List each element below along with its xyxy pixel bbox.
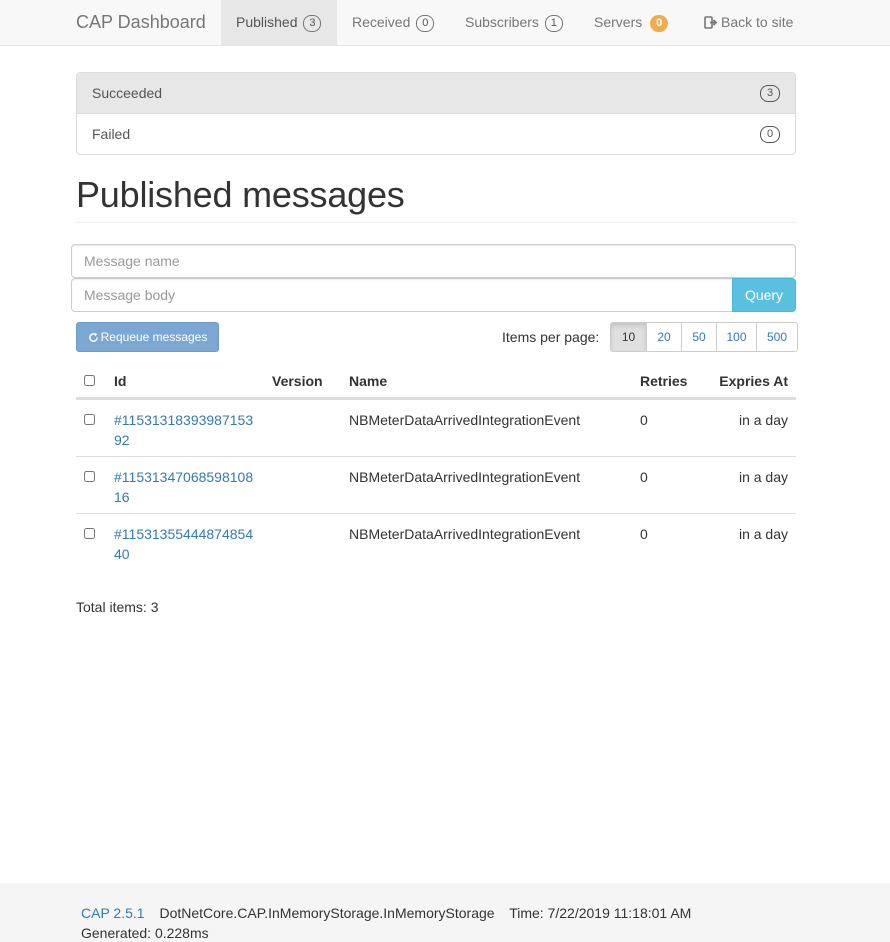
cap-version-link[interactable]: CAP 2.5.1 [81, 905, 145, 921]
retries-cell: 0 [640, 469, 648, 485]
nav-tab-label: Servers [594, 14, 643, 30]
log-out-icon [704, 2, 718, 47]
generated-time: Generated: 0.228ms [81, 925, 209, 941]
nav-tab-subscribers[interactable]: Subscribers 1 [465, 0, 563, 46]
status-count-badge: 3 [760, 85, 780, 102]
name-cell: NBMeterDataArrivedIntegrationEvent [349, 469, 581, 485]
message-body-input[interactable] [71, 278, 733, 312]
expires-cell: in a day [738, 412, 788, 428]
footer: CAP 2.5.1 DotNetCore.CAP.InMemoryStorage… [0, 883, 890, 942]
status-filter-list: Succeeded 3 Failed 0 [76, 72, 796, 155]
retries-cell: 0 [640, 412, 648, 428]
page-size-option[interactable]: 100 [716, 323, 756, 351]
name-cell: NBMeterDataArrivedIntegrationEvent [349, 526, 581, 542]
back-to-site-label: Back to site [721, 14, 794, 30]
nav-warning-badge: 0 [650, 15, 669, 32]
page-size-option[interactable]: 20 [646, 323, 681, 351]
table-header-row: Id Version Name Retries Expries At [76, 362, 796, 399]
expires-cell: in a day [738, 526, 788, 542]
nav-count-badge: 3 [303, 15, 322, 32]
nav-tab-label: Published [236, 14, 298, 30]
total-items-text: Total items: 3 [76, 599, 159, 615]
table-row: #1153135544487485440 NBMeterDataArrivedI… [76, 513, 796, 570]
nav-tab-received[interactable]: Received 0 [352, 0, 435, 46]
row-checkbox[interactable] [84, 528, 95, 539]
brand-link[interactable]: CAP Dashboard [76, 11, 206, 33]
nav-count-badge: 1 [544, 15, 563, 32]
row-checkbox[interactable] [84, 471, 95, 482]
nav-tab-label: Subscribers [465, 14, 539, 30]
status-item-succeeded[interactable]: Succeeded 3 [77, 73, 795, 114]
messages-table: Id Version Name Retries Expries At #1153… [76, 362, 796, 570]
name-cell: NBMeterDataArrivedIntegrationEvent [349, 412, 581, 428]
page-title: Published messages [76, 174, 405, 215]
page-size-option[interactable]: 50 [681, 323, 716, 351]
status-count-badge: 0 [760, 126, 780, 143]
back-to-site-link[interactable]: Back to site [704, 0, 793, 46]
table-row: #1153134706859810816 NBMeterDataArrivedI… [76, 456, 796, 513]
column-header-retries: Retries [640, 373, 688, 389]
page-size-selector: 10 20 50 100 500 [610, 322, 798, 352]
page-size-option[interactable]: 500 [756, 323, 797, 351]
query-button[interactable]: Query [732, 278, 796, 312]
message-id-link[interactable]: #1153131839398715392 [114, 410, 259, 450]
nav-tab-published[interactable]: Published 3 [221, 0, 337, 46]
title-divider [76, 222, 796, 223]
column-header-version: Version [272, 373, 323, 389]
column-header-name: Name [349, 373, 388, 389]
navbar: CAP Dashboard Published 3 Received 0 Sub… [0, 0, 890, 46]
row-checkbox[interactable] [84, 414, 95, 425]
nav-tab-servers[interactable]: Servers 0 [594, 0, 669, 46]
requeue-messages-button[interactable]: Requeue messages [76, 322, 219, 352]
status-item-failed[interactable]: Failed 0 [77, 114, 795, 154]
column-header-id: Id [114, 373, 127, 389]
message-name-input[interactable] [71, 244, 796, 278]
message-id-link[interactable]: #1153134706859810816 [114, 467, 259, 507]
retries-cell: 0 [640, 526, 648, 542]
server-time: Time: 7/22/2019 11:18:01 AM [509, 905, 692, 921]
requeue-label: Requeue messages [100, 330, 208, 344]
refresh-icon [88, 325, 99, 353]
status-label: Failed [92, 126, 131, 142]
nav-count-badge: 0 [416, 15, 435, 32]
table-row: #1153131839398715392 NBMeterDataArrivedI… [76, 399, 796, 456]
items-per-page-label: Items per page: [502, 329, 600, 345]
status-label: Succeeded [92, 85, 163, 101]
page-size-option[interactable]: 10 [611, 323, 646, 351]
footer-info: CAP 2.5.1 DotNetCore.CAP.InMemoryStorage… [81, 904, 702, 922]
message-id-link[interactable]: #1153135544487485440 [114, 524, 259, 564]
storage-name: DotNetCore.CAP.InMemoryStorage.InMemoryS… [159, 905, 495, 921]
select-all-checkbox[interactable] [84, 375, 95, 386]
column-header-expires-at: Expries At [719, 373, 788, 389]
expires-cell: in a day [738, 469, 788, 485]
nav-tab-label: Received [352, 14, 411, 30]
